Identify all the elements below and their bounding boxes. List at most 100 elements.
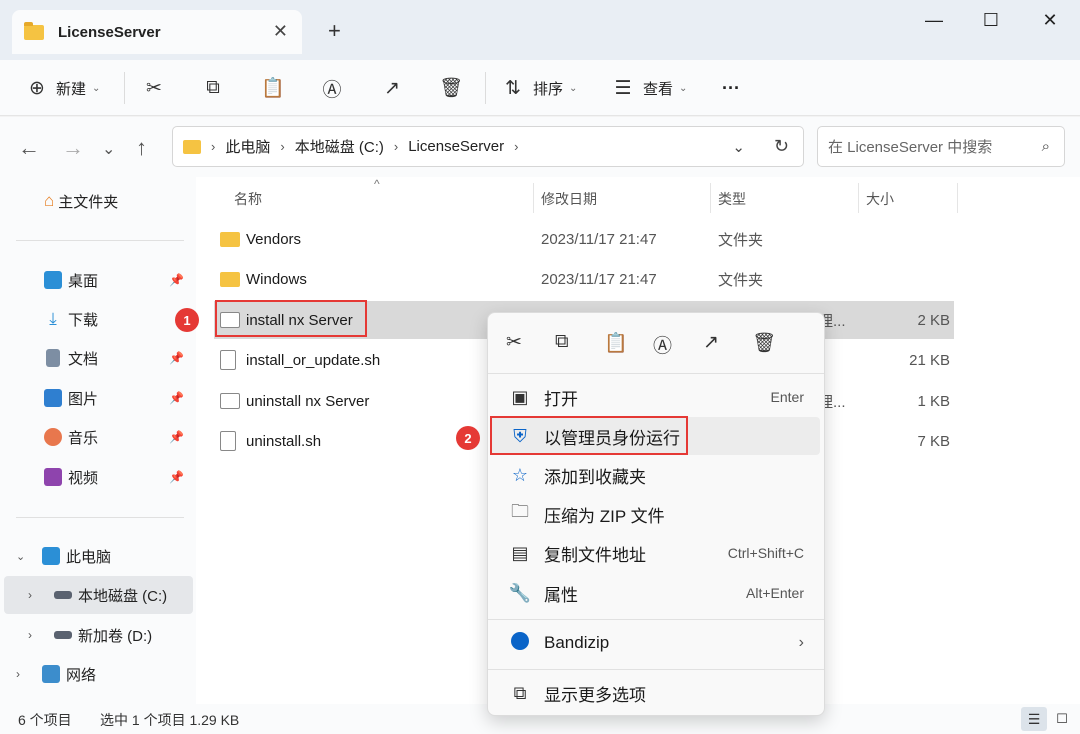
collapse-chevron-icon[interactable]: ›: [28, 628, 46, 642]
menu-item-label: 打开: [544, 389, 578, 409]
table-row[interactable]: Windows 2023/11/17 21:47 文件夹: [214, 260, 954, 298]
details-view-icon[interactable]: ☰: [1021, 707, 1047, 731]
refresh-icon[interactable]: ↻: [774, 136, 789, 157]
menu-item-more-options[interactable]: ⧉ 显示更多选项: [490, 674, 820, 712]
menu-item-properties[interactable]: 🔧 属性 Alt+Enter: [490, 574, 820, 612]
column-header-name[interactable]: 名称: [234, 189, 262, 209]
close-window-button[interactable]: ✕: [1030, 6, 1070, 34]
column-header-type[interactable]: 类型: [718, 189, 746, 209]
tab-licenseserver[interactable]: LicenseServer ✕: [12, 10, 302, 54]
menu-item-copy-path[interactable]: ▤ 复制文件地址 Ctrl+Shift+C: [490, 534, 820, 572]
pin-icon[interactable]: 📌: [169, 391, 184, 405]
pin-icon[interactable]: 📌: [169, 351, 184, 365]
pin-icon[interactable]: 📌: [169, 430, 184, 444]
copy-button[interactable]: ⧉: [202, 72, 224, 104]
sidebar-item-label: 视频: [68, 469, 99, 487]
file-date: 2023/11/17 21:47: [541, 230, 657, 248]
download-icon: ⤓: [49, 309, 57, 328]
breadcrumb-licenseserver[interactable]: LicenseServer: [408, 138, 504, 155]
share-icon[interactable]: ↗: [703, 331, 719, 354]
search-icon: ⌕: [1041, 138, 1050, 155]
breadcrumb-this-pc[interactable]: 此电脑: [225, 136, 270, 157]
sort-ascending-icon: ^: [374, 177, 380, 191]
back-arrow-icon[interactable]: ←: [18, 135, 40, 161]
menu-item-label: 添加到收藏夹: [544, 467, 646, 487]
folder-icon: [24, 21, 44, 40]
more-options-icon: ⧉: [513, 682, 527, 703]
breadcrumb-drive-c[interactable]: 本地磁盘 (C:): [295, 136, 384, 157]
pin-icon[interactable]: 📌: [169, 470, 184, 484]
collapse-chevron-icon[interactable]: ›: [16, 667, 34, 681]
pin-icon[interactable]: 📌: [169, 273, 184, 287]
sidebar-item-videos[interactable]: 视频 📌: [0, 458, 192, 496]
sidebar-item-music[interactable]: 音乐 📌: [0, 418, 192, 456]
file-name: Vendors: [246, 230, 302, 248]
shortcut-hint: Enter: [770, 389, 804, 405]
share-button[interactable]: ↗: [381, 72, 403, 104]
table-row[interactable]: Vendors 2023/11/17 21:47 文件夹: [214, 220, 954, 258]
address-bar[interactable]: › 此电脑 › 本地磁盘 (C:) › LicenseServer › ⌄ ↻: [172, 126, 804, 167]
column-header-size[interactable]: 大小: [866, 189, 894, 209]
paste-icon[interactable]: 📋: [604, 331, 628, 355]
maximize-button[interactable]: ☐: [971, 6, 1011, 34]
sidebar-item-drive-c[interactable]: › 本地磁盘 (C:): [4, 576, 193, 614]
sidebar-item-home[interactable]: ⌂ 主文件夹: [0, 182, 192, 220]
rename-button[interactable]: Ⓐ: [321, 72, 343, 104]
sidebar-item-this-pc[interactable]: ⌄ 此电脑: [0, 537, 192, 575]
menu-item-label: 属性: [544, 585, 578, 605]
tiles-view-icon[interactable]: ☐: [1052, 707, 1072, 731]
file-name: uninstall nx Server: [246, 392, 370, 410]
shortcut-hint: Alt+Enter: [746, 585, 804, 601]
new-button[interactable]: ⊕ 新建 ⌄: [26, 72, 100, 104]
minimize-button[interactable]: —: [914, 6, 954, 34]
sidebar-item-label: 网络: [66, 666, 97, 684]
document-icon: [46, 349, 60, 367]
sort-button[interactable]: ⇅ 排序 ⌄: [502, 72, 577, 104]
expand-chevron-icon[interactable]: ⌄: [16, 550, 34, 563]
paste-button[interactable]: 📋: [261, 72, 285, 104]
more-button[interactable]: ···: [722, 72, 740, 104]
sidebar-item-label: 下载: [68, 311, 99, 329]
collapse-chevron-icon[interactable]: ›: [28, 588, 46, 602]
rename-icon[interactable]: Ⓐ: [653, 331, 672, 358]
sidebar-item-network[interactable]: › 网络: [0, 655, 192, 693]
tab-title: LicenseServer: [58, 23, 161, 41]
sidebar-item-label: 本地磁盘 (C:): [78, 587, 168, 605]
cut-button[interactable]: ✂: [143, 72, 165, 104]
close-tab-icon[interactable]: ✕: [273, 21, 288, 42]
menu-item-add-favorites[interactable]: ☆ 添加到收藏夹: [490, 456, 820, 494]
column-header-date[interactable]: 修改日期: [541, 189, 597, 209]
folder-icon: [183, 139, 201, 154]
sidebar-item-label: 桌面: [68, 272, 99, 290]
menu-item-zip[interactable]: 🗀 压缩为 ZIP 文件: [490, 495, 820, 533]
copy-icon[interactable]: ⧉: [555, 331, 569, 353]
cut-icon[interactable]: ✂: [506, 331, 522, 354]
search-input[interactable]: 在 LicenseServer 中搜索 ⌕: [817, 126, 1065, 167]
address-row: ← → ⌄ ↑ › 此电脑 › 本地磁盘 (C:) › LicenseServe…: [0, 117, 1080, 177]
recent-chevron-icon[interactable]: ⌄: [102, 139, 115, 159]
sidebar-item-drive-d[interactable]: › 新加卷 (D:): [0, 616, 192, 654]
desktop-icon: [44, 271, 62, 289]
sidebar-item-desktop[interactable]: 桌面 📌: [0, 261, 192, 299]
menu-item-open[interactable]: ▣ 打开 Enter: [490, 378, 820, 416]
up-arrow-icon[interactable]: ↑: [136, 135, 147, 161]
picture-icon: [44, 389, 62, 407]
sidebar-item-documents[interactable]: 文档 📌: [0, 339, 192, 377]
menu-item-bandizip[interactable]: Bandizip ›: [490, 624, 820, 662]
file-type: 文件夹: [718, 271, 764, 289]
forward-arrow-icon[interactable]: →: [62, 135, 84, 161]
sidebar-item-downloads[interactable]: ⤓ 下载: [0, 300, 192, 338]
view-button[interactable]: ☰ 查看 ⌄: [612, 72, 687, 104]
file-name: install_or_update.sh: [246, 351, 381, 369]
delete-button[interactable]: 🗑: [439, 72, 463, 104]
file-size: 2 KB: [917, 311, 950, 329]
music-icon: [44, 428, 62, 446]
sidebar-item-pictures[interactable]: 图片 📌: [0, 379, 192, 417]
trash-icon[interactable]: 🗑: [752, 331, 776, 355]
address-dropdown-icon[interactable]: ⌄: [732, 138, 745, 156]
new-tab-button[interactable]: +: [328, 18, 341, 44]
share-icon: ↗: [384, 77, 400, 99]
sort-icon: ⇅: [505, 77, 521, 99]
sidebar-item-label: 主文件夹: [58, 193, 119, 211]
breadcrumb-chevron-icon: ›: [514, 139, 519, 154]
